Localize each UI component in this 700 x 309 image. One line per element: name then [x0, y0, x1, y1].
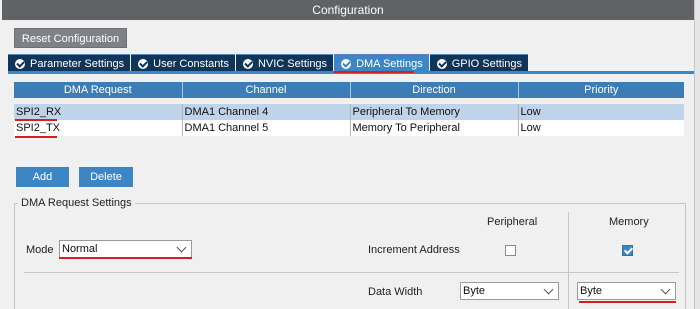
- chevron-down-icon: [176, 242, 187, 253]
- cell-direction: Peripheral To Memory: [349, 104, 518, 120]
- chevron-down-icon: [660, 284, 671, 295]
- cell-priority: Low: [517, 104, 684, 120]
- highlight-underline: [15, 119, 57, 121]
- peripheral-data-width-select[interactable]: Byte: [460, 282, 559, 300]
- cell-request: SPI2_RX: [14, 104, 182, 120]
- highlight-underline: [334, 71, 414, 73]
- chevron-down-icon: [543, 284, 554, 295]
- cell-direction: Memory To Peripheral: [349, 120, 518, 136]
- tab-label: User Constants: [153, 57, 229, 70]
- column-header-channel[interactable]: Channel: [181, 82, 350, 98]
- table-row[interactable]: SPI2_RX DMA1 Channel 4 Peripheral To Mem…: [14, 104, 684, 120]
- memory-width-value: Byte: [580, 285, 603, 297]
- tab-user-constants[interactable]: User Constants: [131, 54, 235, 72]
- check-circle-icon: [15, 58, 25, 69]
- tab-label: DMA Settings: [356, 57, 423, 70]
- peripheral-header: Peripheral: [487, 216, 538, 228]
- highlight-underline: [15, 136, 57, 138]
- mode-select[interactable]: Normal: [59, 240, 192, 258]
- mode-label: Mode: [26, 244, 54, 256]
- tab-nvic-settings[interactable]: NVIC Settings: [235, 54, 334, 72]
- table-row[interactable]: SPI2_TX DMA1 Channel 5 Memory To Periphe…: [14, 120, 684, 136]
- cell-request: SPI2_TX: [14, 120, 182, 136]
- memory-data-width-select[interactable]: Byte: [577, 282, 676, 300]
- highlight-underline: [579, 301, 676, 303]
- cell-channel: DMA1 Channel 5: [181, 120, 350, 136]
- mode-value: Normal: [62, 243, 98, 255]
- reset-configuration-button[interactable]: Reset Configuration: [14, 28, 127, 48]
- cell-channel: DMA1 Channel 4: [181, 104, 350, 120]
- delete-button[interactable]: Delete: [79, 167, 133, 187]
- add-button[interactable]: Add: [16, 167, 69, 187]
- dma-request-table: DMA Request Channel Direction Priority S…: [14, 82, 684, 136]
- check-circle-icon: [242, 58, 253, 69]
- tab-bar: Parameter Settings User Constants NVIC S…: [8, 54, 529, 72]
- tab-dma-settings[interactable]: DMA Settings: [334, 54, 429, 72]
- window-title: Configuration: [2, 0, 694, 20]
- cell-priority: Low: [517, 120, 684, 136]
- tab-label: NVIC Settings: [257, 57, 328, 70]
- memory-header: Memory: [609, 216, 649, 228]
- check-circle-icon: [341, 58, 352, 69]
- tab-parameter-settings[interactable]: Parameter Settings: [8, 54, 131, 72]
- highlight-underline: [59, 257, 192, 259]
- peripheral-increment-checkbox[interactable]: [505, 245, 516, 256]
- increment-address-label: Increment Address: [368, 244, 460, 256]
- tab-label: GPIO Settings: [451, 57, 523, 70]
- row-divider: [24, 272, 679, 273]
- column-header-priority[interactable]: Priority: [517, 82, 684, 98]
- memory-increment-checkbox[interactable]: [622, 245, 633, 256]
- tab-label: Parameter Settings: [30, 57, 125, 70]
- check-circle-icon: [138, 58, 149, 69]
- column-header-direction[interactable]: Direction: [349, 82, 518, 98]
- column-divider: [568, 212, 569, 309]
- column-header-dma-request[interactable]: DMA Request: [14, 82, 182, 98]
- data-width-label: Data Width: [368, 286, 423, 298]
- group-title: DMA Request Settings: [18, 197, 135, 209]
- peripheral-width-value: Byte: [463, 285, 486, 297]
- tab-gpio-settings[interactable]: GPIO Settings: [429, 54, 529, 72]
- check-circle-icon: [436, 58, 447, 69]
- window-edge: [694, 0, 700, 309]
